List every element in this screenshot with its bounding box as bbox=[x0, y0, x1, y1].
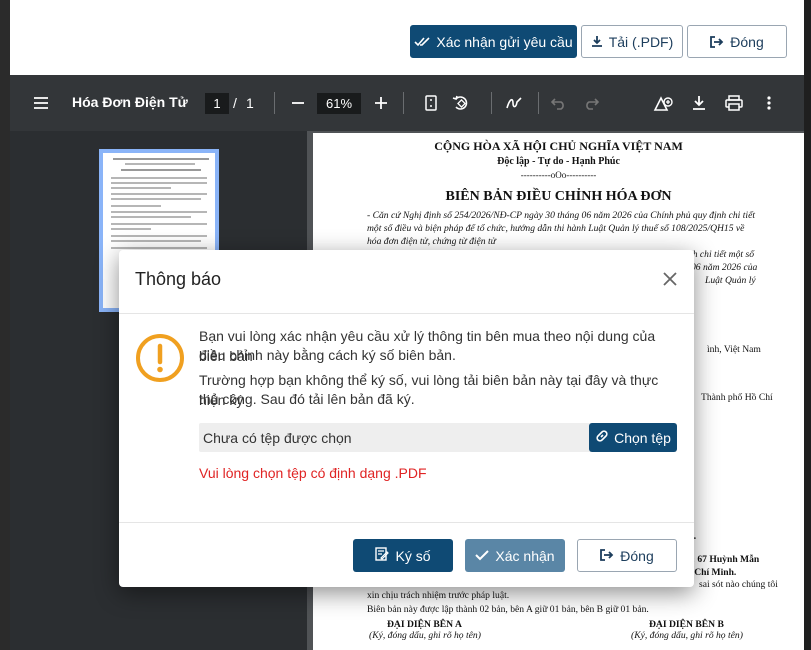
total-pages: 1 bbox=[246, 95, 254, 111]
fit-page-icon[interactable] bbox=[423, 94, 439, 112]
confirm-send-button[interactable]: Xác nhận gửi yêu cầu bbox=[410, 25, 577, 58]
dialog-footer-divider bbox=[119, 522, 694, 523]
thumbnail-line bbox=[111, 240, 201, 242]
thumbnail-line bbox=[111, 198, 201, 200]
doc-fragment: sai sót nào chúng tôi bbox=[699, 579, 778, 590]
dialog-header: Thông báo bbox=[119, 250, 694, 314]
page-separator: / bbox=[233, 95, 237, 111]
dialog-title: Thông báo bbox=[135, 269, 222, 289]
thumbnail-line bbox=[111, 187, 171, 189]
download-icon[interactable] bbox=[690, 94, 708, 112]
choose-file-label: Chọn tệp bbox=[614, 429, 671, 446]
thumbnail-line bbox=[111, 228, 151, 230]
signature-icon bbox=[375, 547, 390, 564]
thumbnail-line bbox=[111, 205, 161, 207]
doc-header-line1: CỘNG HÒA XÃ HỘI CHỦ NGHĨA VIỆT NAM bbox=[434, 139, 683, 153]
thumbnail-line bbox=[111, 193, 207, 195]
toolbar-divider bbox=[274, 92, 275, 114]
file-status: Chưa có tệp được chọn bbox=[203, 430, 352, 446]
doc-fragment: ình, Việt Nam bbox=[707, 344, 761, 355]
close-icon[interactable] bbox=[660, 269, 680, 289]
digital-sign-label: Ký số bbox=[395, 547, 431, 564]
dialog-message-line: thủ công. Sau đó tải lên bản đã ký. bbox=[199, 391, 415, 407]
doc-header-line3: ----------oOo---------- bbox=[520, 170, 597, 180]
doc-fragment: Luật Quản lý bbox=[705, 275, 756, 286]
menu-icon[interactable] bbox=[32, 95, 50, 111]
thumbnail-line bbox=[111, 211, 207, 213]
doc-basis-line: hóa đơn điện tử, chứng từ điện tử bbox=[367, 236, 496, 247]
thumbnail-line bbox=[113, 158, 209, 160]
sign-out-icon bbox=[710, 35, 724, 48]
thumbnail-line bbox=[111, 247, 207, 249]
thumbnail-line bbox=[125, 163, 195, 165]
download-pdf-label: Tải (.PDF) bbox=[608, 33, 674, 50]
thumbnail-line bbox=[111, 216, 191, 218]
doc-basis-line: một số điều và biện pháp để tổ chức, hướ… bbox=[367, 223, 745, 234]
viewer-title: Hóa Đơn Điện Tử bbox=[72, 94, 188, 110]
toolbar-divider bbox=[538, 92, 539, 114]
doc-fragment: Thành phố Hồ Chí bbox=[701, 392, 773, 403]
link-icon bbox=[595, 429, 609, 446]
dialog-close-button[interactable]: Đóng bbox=[577, 539, 677, 572]
confirm-label: Xác nhận bbox=[495, 547, 555, 564]
rep-a-label: ĐẠI DIỆN BÊN A bbox=[387, 619, 462, 630]
sign-b-note: (Ký, đóng dấu, ghi rõ họ tên) bbox=[631, 630, 743, 641]
doc-liability-line: xin chịu trách nhiệm trước pháp luật. bbox=[367, 590, 510, 601]
zoom-in-icon[interactable] bbox=[373, 95, 389, 111]
doc-fragment: ố: 67 Huỳnh Mẫn bbox=[687, 554, 760, 565]
confirm-send-label: Xác nhận gửi yêu cầu bbox=[436, 33, 573, 50]
doc-title: BIÊN BẢN ĐIỀU CHỈNH HÓA ĐƠN bbox=[445, 189, 672, 204]
confirm-button[interactable]: Xác nhận bbox=[465, 539, 565, 572]
thumbnail-line bbox=[111, 182, 207, 184]
toolbar-divider bbox=[491, 92, 492, 114]
redo-icon[interactable] bbox=[582, 94, 600, 112]
print-icon[interactable] bbox=[724, 94, 744, 112]
download-pdf-button[interactable]: Tải (.PDF) bbox=[581, 25, 683, 58]
background-panel bbox=[0, 0, 10, 650]
zoom-out-icon[interactable] bbox=[290, 95, 306, 111]
file-error-message: Vui lòng chọn tệp có định dạng .PDF bbox=[199, 465, 427, 481]
close-label: Đóng bbox=[730, 33, 764, 50]
digital-sign-button[interactable]: Ký số bbox=[353, 539, 453, 572]
rotate-icon[interactable] bbox=[452, 94, 470, 112]
doc-copies-line: Biên bản này được lập thành 02 bản, bên … bbox=[367, 604, 649, 615]
thumbnail-line bbox=[111, 223, 207, 225]
warning-icon bbox=[135, 333, 185, 383]
dialog-message-line: điều chỉnh này bằng cách ký số biên bản. bbox=[199, 347, 456, 363]
download-icon bbox=[591, 35, 603, 48]
doc-header-line2: Độc lập - Tự do - Hạnh Phúc bbox=[497, 156, 620, 167]
doc-fragment: ồ Chí Minh. bbox=[687, 567, 737, 578]
dialog-close-label: Đóng bbox=[620, 547, 654, 564]
draw-icon[interactable] bbox=[505, 94, 523, 112]
choose-file-button[interactable]: Chọn tệp bbox=[589, 423, 677, 452]
more-options-icon[interactable] bbox=[762, 94, 776, 112]
undo-icon[interactable] bbox=[550, 94, 568, 112]
doc-basis-line: - Căn cứ Nghị định số 254/2026/NĐ-CP ngà… bbox=[367, 210, 755, 221]
action-bar: Xác nhận gửi yêu cầu Tải (.PDF) Đóng bbox=[10, 0, 804, 75]
add-annotation-icon[interactable] bbox=[653, 93, 673, 113]
pdf-viewer-toolbar: Hóa Đơn Điện Tử 1 / 1 61% bbox=[10, 75, 804, 131]
rep-b-label: ĐẠI DIỆN BÊN B bbox=[649, 619, 724, 630]
double-check-icon bbox=[414, 36, 430, 48]
sign-a-note: (Ký, đóng dấu, ghi rõ họ tên) bbox=[369, 630, 481, 641]
toolbar-divider bbox=[403, 92, 404, 114]
page-number-input[interactable]: 1 bbox=[205, 93, 229, 114]
zoom-level-input[interactable]: 61% bbox=[317, 93, 361, 114]
thumbnail-line bbox=[111, 177, 207, 179]
thumbnail-line bbox=[121, 169, 201, 171]
sign-out-icon bbox=[600, 548, 614, 564]
close-button[interactable]: Đóng bbox=[687, 25, 787, 58]
doc-fragment: 06 năm 2026 của bbox=[691, 262, 758, 273]
thumbnail-line bbox=[111, 235, 207, 237]
check-icon bbox=[475, 548, 490, 564]
notice-dialog: Thông báo Bạn vui lòng xác nhận yêu cầu … bbox=[119, 250, 694, 587]
